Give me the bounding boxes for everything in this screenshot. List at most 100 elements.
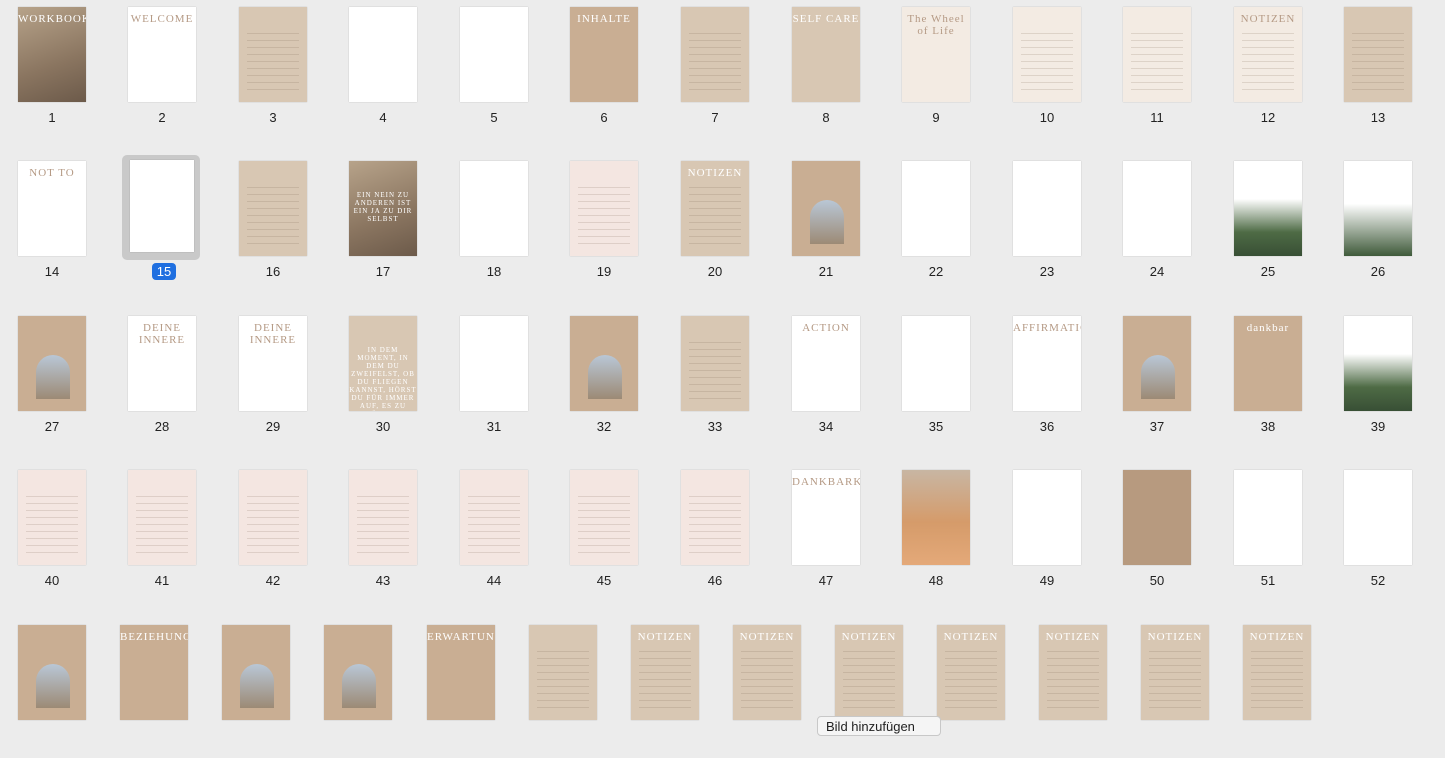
page-thumbnail[interactable]: 23 <box>995 154 1105 294</box>
page-preview: NOTIZEN <box>733 625 801 720</box>
ruled-lines <box>1021 27 1073 92</box>
page-number: 17 <box>375 264 391 279</box>
page-thumbnail[interactable]: 44 <box>442 463 552 603</box>
page-preview: NOTIZEN <box>1243 625 1311 720</box>
page-preview: AFFIRMATIONEN <box>1013 316 1081 411</box>
page-thumbnail[interactable]: 10 <box>995 0 1105 140</box>
page-thumbnail[interactable]: NOTIZEN 20 <box>663 154 773 294</box>
page-preview <box>1344 7 1412 102</box>
page-thumbnail[interactable]: 19 <box>552 154 662 294</box>
page-thumbnail[interactable]: AFFIRMATIONEN 36 <box>995 309 1105 449</box>
page-thumbnail[interactable]: 50 <box>1105 463 1215 603</box>
page-thumbnail[interactable]: NOTIZEN <box>817 618 927 758</box>
page-thumbnail[interactable]: 35 <box>884 309 994 449</box>
page-thumbnail[interactable]: 13 <box>1326 0 1436 140</box>
page-thumbnail[interactable]: 52 <box>1326 463 1436 603</box>
page-number: 7 <box>711 110 719 125</box>
arch-photo <box>240 664 274 708</box>
page-thumbnail[interactable] <box>0 618 110 758</box>
page-thumbnail[interactable]: NOTIZEN <box>1021 618 1131 758</box>
page-thumbnail[interactable]: 51 <box>1216 463 1326 603</box>
page-thumbnail[interactable]: NOTIZEN <box>1123 618 1233 758</box>
page-thumbnail[interactable]: ACTION 34 <box>774 309 884 449</box>
page-thumbnail[interactable]: 46 <box>663 463 773 603</box>
page-number: 28 <box>154 419 170 434</box>
page-thumbnail[interactable]: CHALLENGE 39 <box>1326 309 1436 449</box>
page-thumbnail[interactable]: 32 <box>552 309 662 449</box>
page-thumbnail[interactable]: SELF CARE 8 <box>774 0 884 140</box>
ruled-lines <box>537 645 589 710</box>
page-thumbnail[interactable]: 26 <box>1326 154 1436 294</box>
page-heading: CHALLENGE <box>1344 322 1412 334</box>
page-thumbnail[interactable]: WELCOME 2 <box>110 0 220 140</box>
page-thumbnail[interactable]: 37 <box>1105 309 1215 449</box>
page-thumbnail[interactable]: NOTIZEN <box>715 618 825 758</box>
page-preview <box>529 625 597 720</box>
page-thumbnail[interactable]: IN DEM MOMENT, IN DEM DU ZWEIFELST, OB D… <box>331 309 441 449</box>
page-preview <box>324 625 392 720</box>
page-thumbnail[interactable]: 48 <box>884 463 994 603</box>
page-number: 12 <box>1260 110 1276 125</box>
page-thumbnail[interactable]: 5 <box>442 0 552 140</box>
page-thumbnail[interactable]: NOTIZEN <box>613 618 723 758</box>
page-thumbnail[interactable]: 41 <box>110 463 220 603</box>
page-thumbnail[interactable]: 18 <box>442 154 552 294</box>
page-thumbnail[interactable]: 7 <box>663 0 773 140</box>
page-thumbnail[interactable]: 11 <box>1105 0 1215 140</box>
page-thumbnail[interactable]: 45 <box>552 463 662 603</box>
page-thumbnail[interactable] <box>306 618 416 758</box>
page-thumbnail[interactable]: 31 <box>442 309 552 449</box>
page-heading: DEINE INNERE <box>249 322 297 346</box>
page-thumbnail[interactable] <box>511 618 621 758</box>
page-thumbnail[interactable]: 21 <box>774 154 884 294</box>
page-thumbnail[interactable]: NOTIZEN <box>1225 618 1335 758</box>
page-heading: dankbar <box>1246 322 1290 334</box>
page-preview: dankbar <box>1234 316 1302 411</box>
page-thumbnail[interactable]: ERWARTUNGEN <box>409 618 519 758</box>
arch-photo <box>588 355 622 399</box>
page-thumbnail[interactable] <box>204 618 314 758</box>
ruled-lines <box>1242 27 1294 92</box>
page-thumbnail[interactable]: 25 <box>1216 154 1326 294</box>
page-thumbnail[interactable]: 24 <box>1105 154 1215 294</box>
page-thumbnail[interactable]: BEZIEHUNG <box>102 618 212 758</box>
page-preview <box>681 316 749 411</box>
page-thumbnail[interactable]: EIN NEIN ZU ANDEREN IST EIN JA ZU DIR SE… <box>331 154 441 294</box>
page-thumbnail[interactable]: WORKBOOK 1 <box>0 0 110 140</box>
page-heading: WORKBOOK <box>18 13 86 25</box>
page-thumbnail[interactable]: 3 <box>221 0 331 140</box>
page-heading: INHALTE <box>577 13 631 25</box>
page-thumbnail[interactable]: 22 <box>884 154 994 294</box>
page-thumbnail[interactable]: DANKBARKEIT 47 <box>774 463 884 603</box>
ruled-lines <box>247 181 299 246</box>
page-thumbnail[interactable]: 42 <box>221 463 331 603</box>
page-thumbnail[interactable]: 33 <box>663 309 773 449</box>
page-thumbnail[interactable]: DEINE INNERE 28 <box>110 309 220 449</box>
page-number: 23 <box>1039 264 1055 279</box>
page-heading: EIN NEIN ZU ANDEREN IST EIN JA ZU DIR SE… <box>353 191 413 223</box>
page-preview <box>349 7 417 102</box>
page-thumbnail[interactable]: 4 <box>331 0 441 140</box>
page-preview <box>1234 470 1302 565</box>
page-thumbnail[interactable]: 16 <box>221 154 331 294</box>
page-preview: DANKBARKEIT <box>792 470 860 565</box>
page-thumbnail[interactable]: NOTIZEN 12 <box>1216 0 1326 140</box>
page-heading: AFFIRMATIONEN <box>1013 322 1081 334</box>
page-number: 26 <box>1370 264 1386 279</box>
page-thumbnail[interactable]: 15 <box>110 154 220 294</box>
page-number: 20 <box>707 264 723 279</box>
page-preview: SELF CARE <box>792 7 860 102</box>
page-number: 45 <box>596 573 612 588</box>
page-thumbnail[interactable]: The Wheel of Life 9 <box>884 0 994 140</box>
page-thumbnail[interactable]: NOTIZEN <box>919 618 1029 758</box>
page-thumbnail[interactable]: 27 <box>0 309 110 449</box>
page-thumbnail[interactable]: 43 <box>331 463 441 603</box>
ruled-lines <box>247 27 299 92</box>
page-thumbnail[interactable]: NOT TO 14 <box>0 154 110 294</box>
ruled-lines <box>1251 645 1303 710</box>
page-thumbnail[interactable]: DEINE INNERE 29 <box>221 309 331 449</box>
page-thumbnail[interactable]: 40 <box>0 463 110 603</box>
page-thumbnail[interactable]: INHALTE 6 <box>552 0 662 140</box>
page-thumbnail[interactable]: dankbar 38 <box>1216 309 1326 449</box>
page-thumbnail[interactable]: 49 <box>995 463 1105 603</box>
